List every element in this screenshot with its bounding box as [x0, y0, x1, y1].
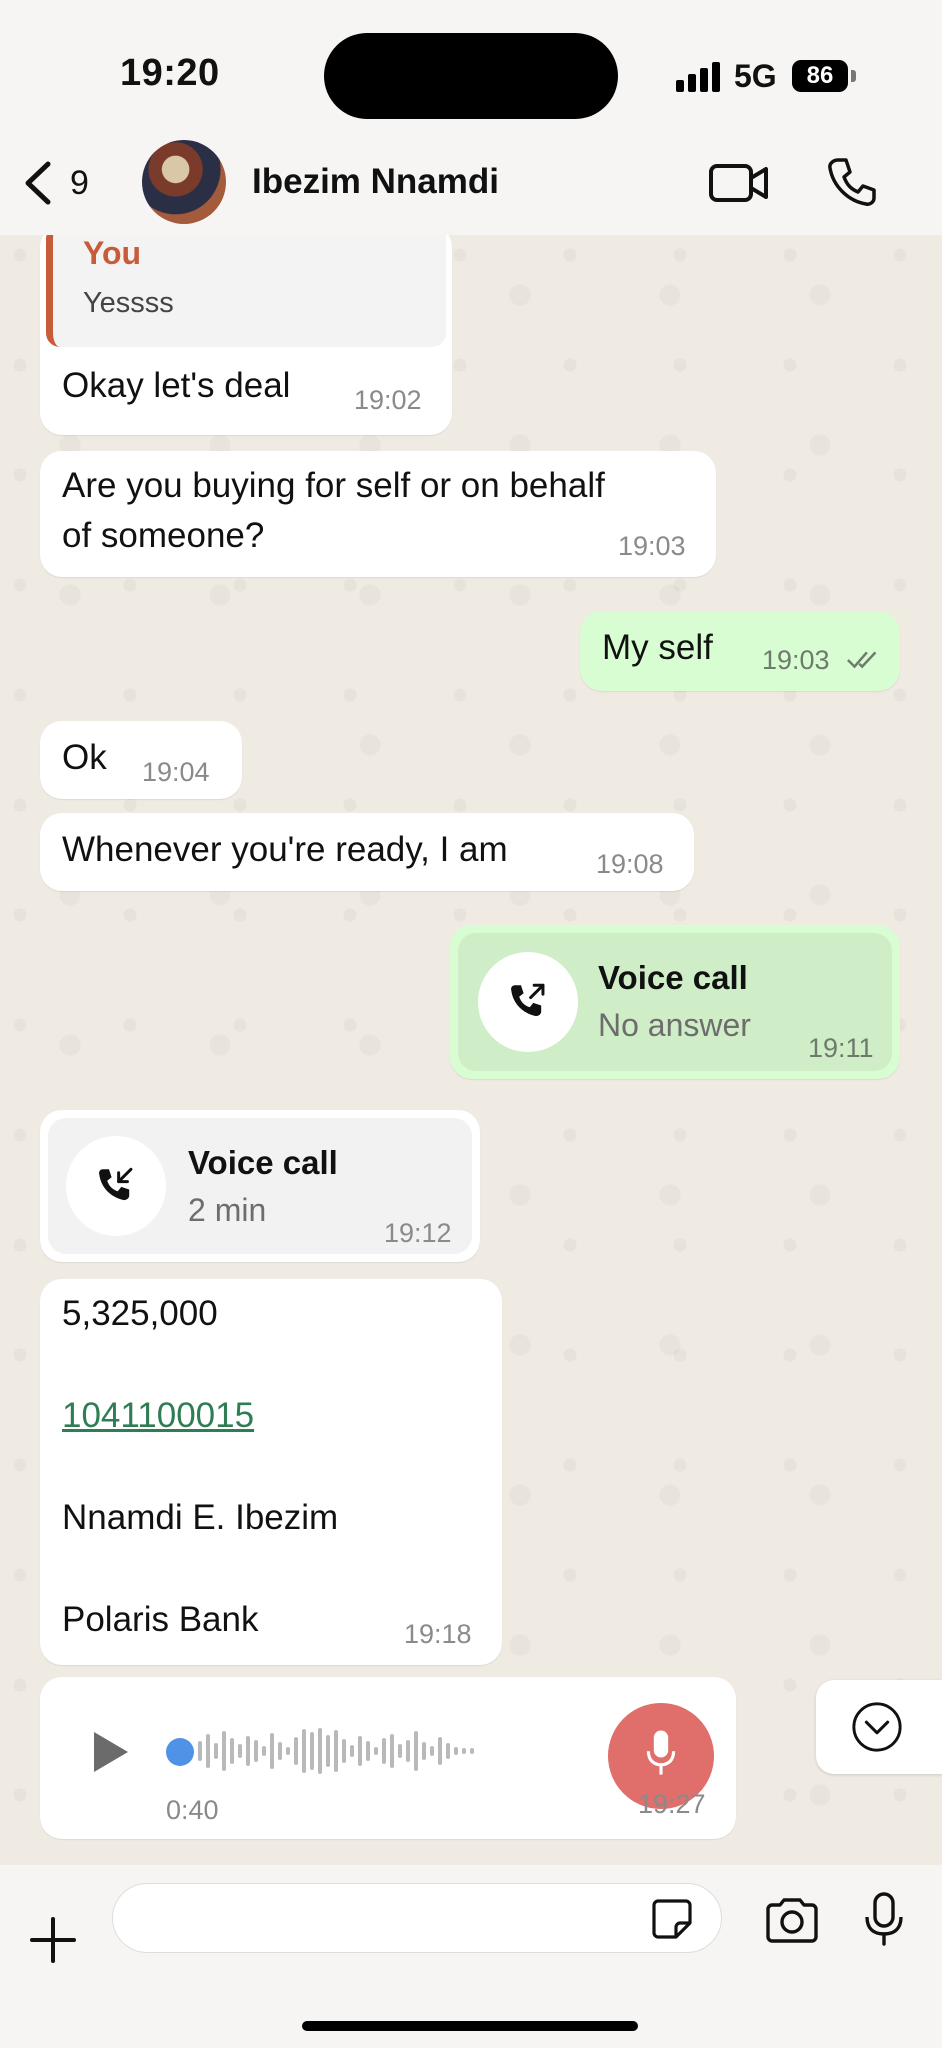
camera-icon[interactable]: [764, 1897, 820, 1943]
call-bubble[interactable]: Voice call 2 min 19:12: [40, 1110, 480, 1262]
battery-nub: [851, 70, 856, 82]
message-time: 19:12: [384, 1218, 452, 1248]
video-call-icon[interactable]: [708, 160, 770, 206]
message-time: 19:11: [808, 1033, 874, 1063]
message-time: 19:03: [618, 531, 686, 561]
call-card[interactable]: Voice call No answer 19:11: [458, 933, 892, 1071]
account-name-text: Nnamdi E. Ibezim: [62, 1498, 339, 1537]
call-circle: [66, 1136, 166, 1236]
call-card[interactable]: Voice call 2 min 19:12: [48, 1118, 472, 1254]
network-label: 5G: [734, 58, 777, 94]
message-bubble[interactable]: 5,325,000 1041100015 Nnamdi E. Ibezim Po…: [40, 1279, 502, 1665]
call-bubble-outgoing[interactable]: Voice call No answer 19:11: [450, 925, 900, 1079]
message-text-line1: Are you buying for self or on behalf: [62, 466, 605, 505]
account-number-link[interactable]: 1041100015: [62, 1391, 254, 1441]
voice-duration: 0:40: [166, 1795, 219, 1825]
message-text: Whenever you're ready, I am: [62, 830, 508, 869]
message-bubble-outgoing[interactable]: My self 19:03: [580, 611, 900, 691]
message-time: 19:02: [354, 385, 422, 415]
chevron-left-icon[interactable]: [18, 158, 58, 208]
message-time: 19:04: [142, 757, 210, 787]
quote-text: Yessss: [83, 287, 174, 319]
microphone-icon[interactable]: [862, 1891, 906, 1947]
sticker-icon[interactable]: [650, 1897, 694, 1941]
waveform[interactable]: [198, 1728, 478, 1778]
call-status: No answer: [598, 1007, 751, 1043]
playback-position[interactable]: [166, 1738, 194, 1766]
chat-area[interactable]: You Yessss Okay let's deal 19:02 Are you…: [0, 235, 942, 1865]
chevron-down-circle-icon: [852, 1702, 902, 1752]
quote-author: You: [83, 235, 142, 271]
message-time: 19:27: [638, 1789, 706, 1819]
message-bubble[interactable]: You Yessss Okay let's deal 19:02: [40, 235, 452, 435]
message-time: 19:08: [596, 849, 664, 879]
message-text: My self: [602, 628, 713, 667]
plus-icon[interactable]: [28, 1915, 78, 1965]
play-icon[interactable]: [94, 1732, 128, 1772]
outgoing-call-icon: [511, 983, 545, 1017]
message-time: 19:18: [404, 1619, 472, 1649]
double-check-icon: [847, 651, 877, 669]
message-text: Okay let's deal: [62, 366, 291, 405]
scroll-to-bottom-button[interactable]: [816, 1680, 942, 1774]
message-text-line2: of someone?: [62, 516, 265, 555]
message-input[interactable]: [112, 1883, 722, 1953]
battery-icon: 86: [792, 60, 848, 92]
bank-name-text: Polaris Bank: [62, 1600, 259, 1639]
status-time: 19:20: [120, 52, 220, 94]
message-bubble[interactable]: Ok 19:04: [40, 721, 242, 799]
quoted-message[interactable]: You Yessss: [46, 235, 446, 347]
call-title: Voice call: [188, 1144, 338, 1181]
signal-icon: [676, 62, 720, 92]
call-circle: [478, 952, 578, 1052]
dynamic-island: [324, 33, 618, 119]
avatar[interactable]: [142, 140, 226, 224]
voice-note-bubble[interactable]: 0:40 19:27: [40, 1677, 736, 1839]
microphone-icon: [646, 1730, 676, 1775]
message-text: Ok: [62, 738, 107, 777]
unread-count[interactable]: 9: [70, 164, 89, 203]
message-bubble[interactable]: Whenever you're ready, I am 19:08: [40, 813, 694, 891]
composer-bar: [0, 1865, 942, 2048]
status-bar: 19:20 5G 86: [0, 0, 942, 150]
chat-header: 9 Ibezim Nnamdi: [0, 130, 942, 235]
message-bubble[interactable]: Are you buying for self or on behalf of …: [40, 451, 716, 577]
message-time: 19:03: [762, 645, 830, 675]
call-title: Voice call: [598, 959, 748, 996]
call-duration: 2 min: [188, 1192, 267, 1228]
phone-icon[interactable]: [826, 156, 876, 208]
amount-text: 5,325,000: [62, 1294, 218, 1333]
incoming-call-icon: [99, 1167, 133, 1201]
contact-name[interactable]: Ibezim Nnamdi: [252, 162, 499, 202]
home-indicator: [302, 2021, 638, 2031]
